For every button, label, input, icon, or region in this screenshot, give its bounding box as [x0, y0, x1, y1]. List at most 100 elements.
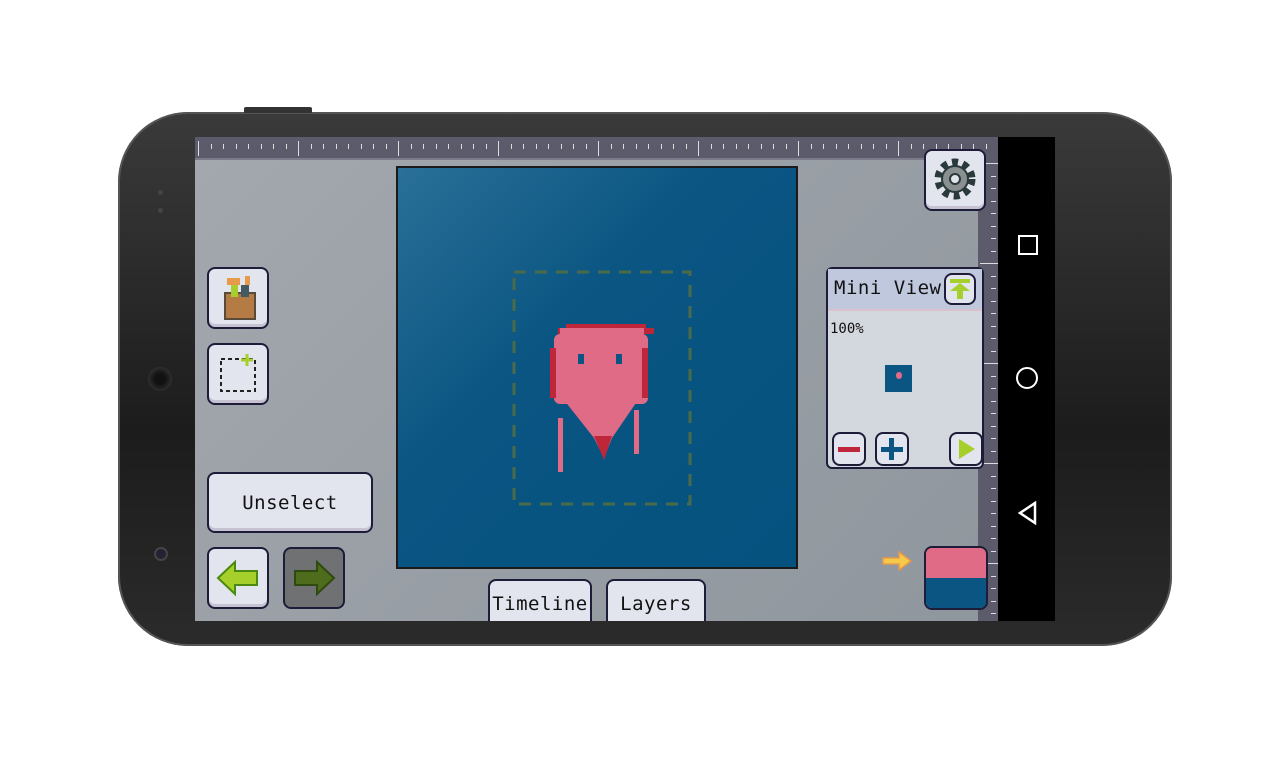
ruler-tick — [748, 144, 749, 149]
ruler-tick — [991, 538, 996, 539]
redo-button[interactable] — [283, 547, 345, 609]
ruler-tick — [991, 238, 996, 239]
ruler-tick — [223, 144, 224, 149]
ruler-tick — [473, 144, 474, 149]
ruler-tick — [373, 144, 374, 149]
ruler-tick — [985, 144, 987, 149]
ruler-tick — [785, 144, 787, 149]
ruler-tick — [298, 141, 299, 156]
ruler-tick — [991, 338, 996, 339]
pin-button[interactable] — [944, 273, 976, 305]
ruler-tick — [991, 200, 996, 202]
gear-icon — [934, 158, 976, 200]
ruler-tick — [485, 144, 487, 149]
play-button[interactable] — [949, 432, 983, 466]
sprite-jellyfish — [550, 324, 654, 472]
ruler-tick — [435, 144, 437, 149]
ruler-tick — [560, 144, 562, 149]
ruler-tick — [660, 144, 662, 149]
play-icon — [959, 439, 975, 459]
ruler-tick — [835, 144, 837, 149]
add-selection-icon — [220, 354, 256, 392]
ruler-tick — [310, 144, 312, 149]
ruler-tick — [910, 144, 912, 149]
zoom-out-icon — [838, 447, 860, 452]
ruler-tick — [991, 450, 996, 452]
ruler-tick — [991, 588, 996, 589]
ruler-tick — [635, 144, 637, 149]
ruler-tick — [260, 144, 262, 149]
ruler-tick — [273, 144, 274, 149]
ruler-tick — [598, 141, 599, 156]
mini-view-header: Mini View — [828, 269, 982, 311]
ruler-tick — [898, 141, 899, 156]
ruler-tick — [723, 144, 724, 149]
swap-arrow-icon[interactable] — [881, 550, 913, 572]
mini-view-panel: Mini View 100% — [826, 267, 984, 469]
ruler-tick — [810, 144, 812, 149]
settings-button[interactable] — [924, 149, 986, 211]
mini-view-title: Mini View — [834, 277, 942, 299]
ruler-tick — [991, 400, 996, 402]
back-icon[interactable] — [1017, 501, 1039, 525]
secondary-color — [926, 578, 986, 608]
ruler-tick — [991, 525, 996, 527]
ruler-tick — [235, 144, 237, 149]
tab-timeline-label: Timeline — [492, 593, 588, 615]
unselect-button[interactable]: Unselect — [207, 472, 373, 533]
ruler-tick — [991, 388, 996, 389]
ruler-tick — [698, 141, 699, 156]
ruler-tick — [991, 250, 996, 252]
sensor — [158, 190, 163, 195]
ruler-tick — [991, 375, 996, 377]
ruler-tick — [198, 141, 199, 156]
ruler-tick — [448, 144, 449, 149]
undo-button[interactable] — [207, 547, 269, 609]
ruler-tick — [991, 275, 996, 277]
color-swatch[interactable] — [924, 546, 988, 610]
zoom-out-button[interactable] — [832, 432, 866, 466]
ruler-tick — [798, 141, 799, 156]
ruler-tick — [335, 144, 337, 149]
sensor — [158, 208, 163, 213]
ruler-tick — [991, 613, 996, 614]
tab-timeline[interactable]: Timeline — [488, 579, 592, 621]
tool-bag-icon — [224, 276, 256, 320]
tab-layers-label: Layers — [620, 593, 692, 615]
ruler-tick — [991, 600, 996, 602]
ruler-tick — [573, 144, 574, 149]
drawing-canvas[interactable] — [396, 166, 798, 569]
ruler-tick — [885, 144, 887, 149]
ruler-tick — [991, 225, 996, 227]
ruler-tick — [991, 213, 996, 214]
front-camera — [156, 549, 166, 559]
ruler-tick — [991, 325, 996, 327]
speaker — [148, 367, 172, 391]
ruler-tick — [760, 144, 762, 149]
ruler-tick — [523, 144, 524, 149]
recents-icon[interactable] — [1018, 235, 1038, 255]
ruler-tick — [991, 575, 996, 577]
ruler-tick — [860, 144, 862, 149]
ruler-tick — [398, 141, 399, 156]
ruler-tick — [773, 144, 774, 149]
ruler-tick — [991, 175, 996, 177]
ruler-tick — [648, 144, 649, 149]
primary-color — [926, 548, 986, 578]
ruler-tick — [385, 144, 387, 149]
tools-button[interactable] — [207, 267, 269, 329]
ruler-tick — [991, 513, 996, 514]
home-icon[interactable] — [1016, 367, 1038, 389]
mini-view-thumbnail[interactable] — [885, 365, 912, 392]
unselect-label: Unselect — [242, 491, 338, 514]
ruler-tick — [923, 144, 924, 149]
ruler-tick — [980, 263, 998, 264]
zoom-in-button[interactable] — [875, 432, 909, 466]
ruler-tick — [673, 144, 674, 149]
ruler-tick — [423, 144, 424, 149]
ruler-tick — [460, 144, 462, 149]
tab-layers[interactable]: Layers — [606, 579, 706, 621]
ruler-tick — [210, 144, 212, 149]
add-selection-button[interactable] — [207, 343, 269, 405]
ruler-tick — [610, 144, 612, 149]
